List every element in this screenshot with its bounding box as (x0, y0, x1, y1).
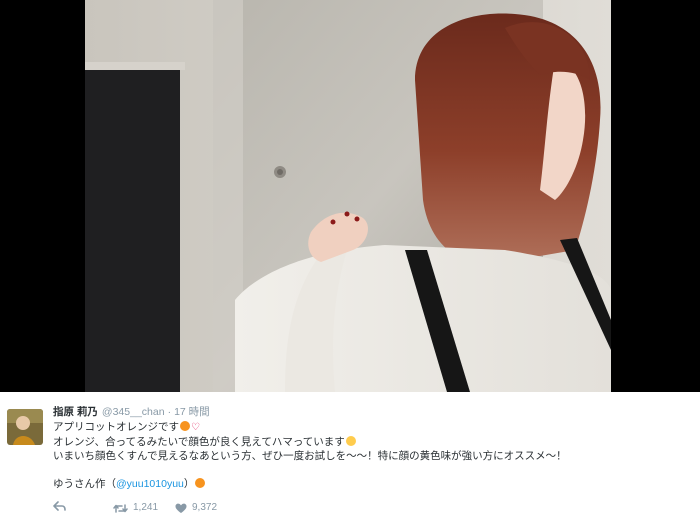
header-separator: · (167, 406, 172, 418)
mention-link[interactable]: @yuu1010yuu (116, 478, 184, 490)
reply-button[interactable] (53, 501, 66, 512)
orange-emoji-icon (195, 478, 206, 488)
tweet-timestamp[interactable]: 17 時間 (174, 406, 210, 418)
tweet-line-2-text: オレンジ、合ってるみたいで顔色が良く見えてハマっています (53, 436, 345, 448)
like-count: 9,372 (192, 502, 218, 513)
tweet-line-4-prefix: ゆうさん作（ (53, 478, 116, 490)
tweet-header: 指原 莉乃 @345__chan · 17 時間 (53, 405, 210, 419)
heart-emoji: ♡ (191, 422, 200, 433)
user-handle[interactable]: @345__chan (102, 406, 165, 418)
reply-icon (53, 501, 66, 511)
tweet-media-container (0, 0, 700, 392)
like-button[interactable]: 9,372 (175, 501, 217, 515)
orange-emoji-icon (180, 421, 190, 431)
retweet-count: 1,241 (133, 502, 159, 513)
tweet-line-1-text: アプリコットオレンジです (53, 421, 179, 433)
tweet-text: アプリコットオレンジです ♡ オレンジ、合ってるみたいで顔色が良く見えてハマってい… (53, 420, 683, 491)
smiling-face-emoji-icon (345, 436, 356, 446)
heart-icon (175, 503, 187, 513)
tweet-line-3: いまいち顔色くすんで見えるなあという方、ぜひ一度お試しを〜〜！特に顔の黄色味が強… (53, 450, 567, 462)
avatar[interactable] (7, 409, 43, 445)
tweet-line-2: オレンジ、合ってるみたいで顔色が良く見えてハマっています (53, 435, 683, 449)
tweet-line-4-suffix: ） (183, 478, 195, 490)
retweet-icon (113, 503, 128, 513)
tweet-line-1: アプリコットオレンジです ♡ (53, 420, 683, 435)
display-name[interactable]: 指原 莉乃 (53, 406, 98, 418)
retweet-button[interactable]: 1,241 (113, 501, 158, 515)
tweet-line-4: ゆうさん作（@yuu1010yuu） (53, 477, 683, 491)
tweet-photo[interactable] (85, 0, 611, 392)
tweet: 指原 莉乃 @345__chan · 17 時間 アプリコットオレンジです ♡ オレンジ… (0, 392, 700, 528)
